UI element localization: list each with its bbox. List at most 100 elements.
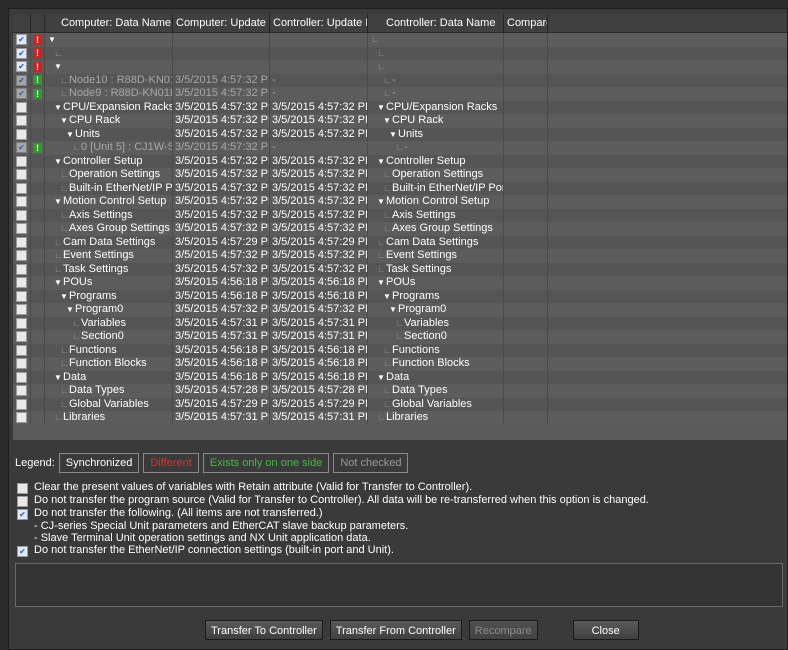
expand-triangle-icon[interactable]: ▼ (383, 114, 392, 128)
table-row[interactable]: ▼CPU Rack 3/5/2015 4:57:32 PM 3/5/2015 4:5… (13, 114, 787, 128)
row-checkbox[interactable] (16, 128, 27, 140)
expand-triangle-icon[interactable]: ▼ (66, 303, 75, 317)
row-checkbox[interactable] (16, 412, 27, 424)
table-row[interactable]: ∟Built-in EtherNet/IP Port3/5/2015 4:57:… (13, 181, 787, 195)
row-check-cell[interactable]: ✔ (13, 46, 31, 60)
transfer-from-controller-button[interactable]: Transfer From Controller (329, 620, 462, 640)
row-checkbox[interactable] (16, 277, 27, 289)
row-check-cell[interactable] (13, 289, 31, 303)
expand-triangle-icon[interactable]: ▼ (377, 276, 386, 290)
row-checkbox[interactable] (16, 101, 27, 113)
row-check-cell[interactable] (13, 330, 31, 344)
row-checkbox[interactable] (16, 155, 27, 167)
table-row[interactable]: ∟Libraries 3/5/2015 4:57:31 PM 3/5/2015 4:… (13, 411, 787, 425)
row-checkbox[interactable] (16, 358, 27, 370)
expand-triangle-icon[interactable]: ▼ (54, 195, 63, 209)
header-computer-data-name[interactable]: Computer: Data Name (45, 14, 173, 32)
option-no-ethernetip[interactable]: ✔ Do not transfer the EtherNet/IP connec… (15, 544, 785, 557)
option-no-transfer-following[interactable]: ✔ Do not transfer the following. (All it… (15, 507, 785, 520)
option-clear-retain[interactable]: Clear the present values of variables wi… (15, 481, 785, 494)
table-row[interactable]: ✔! ▼ ∟ (13, 60, 787, 74)
expand-triangle-icon[interactable]: ▼ (389, 128, 398, 142)
table-row[interactable]: ∟Axis Settings 3/5/2015 4:57:32 PM 3/5/201… (13, 208, 787, 222)
row-checkbox[interactable]: ✔ (16, 74, 27, 86)
row-check-cell[interactable] (13, 249, 31, 263)
row-checkbox[interactable] (16, 115, 27, 127)
table-row[interactable]: ∟Event Settings 3/5/2015 4:57:32 PM 3/5/20… (13, 249, 787, 263)
row-checkbox[interactable] (16, 250, 27, 262)
table-row[interactable]: ▼Controller Setup 3/5/2015 4:57:32 PM 3/5/… (13, 154, 787, 169)
transfer-to-controller-button[interactable]: Transfer To Controller (205, 620, 323, 640)
header-computer-update-date[interactable]: Computer: Update Da (173, 14, 270, 32)
table-row[interactable]: ∟Data Types 3/5/2015 4:57:28 PM 3/5/2015 4… (13, 384, 787, 398)
option-clear-retain-checkbox[interactable] (17, 483, 28, 494)
row-check-cell[interactable] (13, 195, 31, 209)
table-row[interactable]: ▼Units 3/5/2015 4:57:32 PM 3/5/2015 4:57:3… (13, 127, 787, 142)
row-checkbox[interactable] (16, 209, 27, 221)
row-check-cell[interactable] (13, 276, 31, 290)
row-check-cell[interactable] (13, 208, 31, 222)
table-row[interactable]: ▼Programs 3/5/2015 4:56:18 PM 3/5/2015 4:5… (13, 289, 787, 304)
table-row[interactable]: ✔!∟0 [Unit 5] : CJ1W-SCU3/5/2015 4:57:32… (13, 141, 787, 155)
table-row[interactable]: ∟Operation Settings 3/5/2015 4:57:32 PM 3/… (13, 168, 787, 182)
table-row[interactable]: ∟Global Variables 3/5/2015 4:57:29 PM 3/5/… (13, 397, 787, 411)
row-checkbox[interactable]: ✔ (16, 142, 27, 154)
table-row[interactable]: ▼Program0 3/5/2015 4:57:32 PM 3/5/2015 4:5… (13, 303, 787, 317)
table-row[interactable]: ∟Axes Group Settings 3/5/2015 4:57:32 PM 3… (13, 222, 787, 236)
row-check-cell[interactable]: ✔ (13, 141, 31, 155)
option-no-ethernetip-checkbox[interactable]: ✔ (17, 546, 28, 557)
table-row[interactable]: ∟Functions 3/5/2015 4:56:18 PM 3/5/2015 4:… (13, 343, 787, 357)
row-checkbox[interactable] (16, 344, 27, 356)
row-check-cell[interactable]: ✔ (13, 87, 31, 101)
row-checkbox[interactable] (16, 196, 27, 208)
expand-triangle-icon[interactable]: ▼ (389, 303, 398, 317)
row-checkbox[interactable] (16, 331, 27, 343)
row-check-cell[interactable] (13, 370, 31, 384)
table-row[interactable]: ✔!∟Node10 : R88D-KN01L-E3/5/2015 4:57:32… (13, 73, 787, 87)
row-check-cell[interactable] (13, 262, 31, 276)
row-checkbox[interactable] (16, 304, 27, 316)
row-checkbox[interactable]: ✔ (16, 47, 27, 59)
expand-triangle-icon[interactable]: ▼ (48, 33, 57, 47)
row-check-cell[interactable] (13, 222, 31, 236)
row-check-cell[interactable]: ✔ (13, 33, 31, 47)
header-controller-data-name[interactable]: Controller: Data Name (368, 14, 504, 32)
row-checkbox[interactable] (16, 398, 27, 410)
expand-triangle-icon[interactable]: ▼ (54, 155, 63, 169)
header-controller-update-date[interactable]: Controller: Update Da (270, 14, 368, 32)
row-checkbox[interactable] (16, 236, 27, 248)
expand-triangle-icon[interactable]: ▼ (60, 114, 69, 128)
recompare-button[interactable]: Recompare (468, 620, 538, 640)
row-checkbox[interactable]: ✔ (16, 34, 27, 46)
row-check-cell[interactable] (13, 181, 31, 195)
table-row[interactable]: ▼CPU/Expansion Racks 3/5/2015 4:57:32 PM 3… (13, 100, 787, 115)
table-row[interactable]: ∟Task Settings 3/5/2015 4:57:32 PM 3/5/201… (13, 262, 787, 276)
row-check-cell[interactable] (13, 114, 31, 128)
row-check-cell[interactable] (13, 303, 31, 317)
table-row[interactable]: ▼POUs 3/5/2015 4:56:18 PM 3/5/2015 4:56:18… (13, 276, 787, 290)
table-row[interactable]: ✔!∟Node9 : R88D-KN01L-EC3/5/2015 4:57:32… (13, 87, 787, 101)
row-checkbox[interactable] (16, 371, 27, 383)
expand-triangle-icon[interactable]: ▼ (54, 371, 63, 385)
row-check-cell[interactable] (13, 397, 31, 411)
row-checkbox[interactable] (16, 263, 27, 275)
row-checkbox[interactable] (16, 223, 27, 235)
header-status[interactable] (31, 14, 45, 32)
row-check-cell[interactable] (13, 384, 31, 398)
row-check-cell[interactable] (13, 343, 31, 357)
row-checkbox[interactable] (16, 385, 27, 397)
close-button[interactable]: Close (572, 620, 639, 640)
table-row[interactable]: ∟Function Blocks 3/5/2015 4:56:18 PM 3/5/2… (13, 357, 787, 371)
row-check-cell[interactable] (13, 100, 31, 114)
table-row[interactable]: ∟Section0 3/5/2015 4:57:31 PM 3/5/2015 4:5… (13, 330, 787, 344)
row-checkbox[interactable]: ✔ (16, 61, 27, 73)
row-checkbox[interactable] (16, 317, 27, 329)
row-check-cell[interactable] (13, 316, 31, 330)
row-check-cell[interactable] (13, 168, 31, 182)
expand-triangle-icon[interactable]: ▼ (60, 290, 69, 304)
row-check-cell[interactable] (13, 127, 31, 141)
expand-triangle-icon[interactable]: ▼ (54, 101, 63, 115)
expand-triangle-icon[interactable]: ▼ (377, 371, 386, 385)
expand-triangle-icon[interactable]: ▼ (377, 101, 386, 115)
option-no-program-source-checkbox[interactable] (17, 496, 28, 507)
